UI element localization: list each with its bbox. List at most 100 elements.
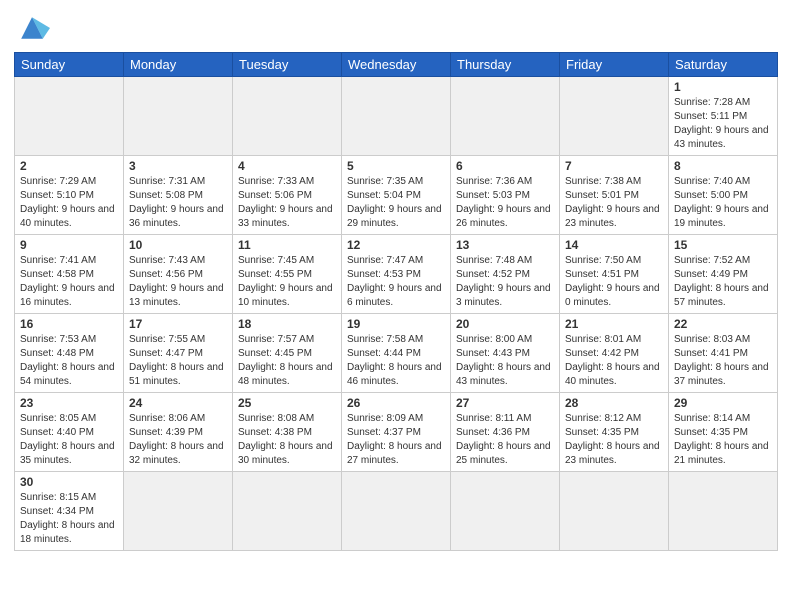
- day-number: 11: [238, 238, 336, 252]
- day-cell: 1 Sunrise: 7:28 AM Sunset: 5:11 PM Daylig…: [669, 77, 778, 156]
- day-number: 25: [238, 396, 336, 410]
- day-cell: 6 Sunrise: 7:36 AM Sunset: 5:03 PM Daylig…: [451, 156, 560, 235]
- day-number: 28: [565, 396, 663, 410]
- day-number: 27: [456, 396, 554, 410]
- week-row-3: 9 Sunrise: 7:41 AM Sunset: 4:58 PM Daylig…: [15, 235, 778, 314]
- day-number: 12: [347, 238, 445, 252]
- day-cell: 26 Sunrise: 8:09 AM Sunset: 4:37 PM Dayli…: [342, 393, 451, 472]
- day-cell: 8 Sunrise: 7:40 AM Sunset: 5:00 PM Daylig…: [669, 156, 778, 235]
- logo-icon: [14, 10, 50, 46]
- day-info: Sunrise: 7:35 AM Sunset: 5:04 PM Dayligh…: [347, 175, 445, 231]
- weekday-header-friday: Friday: [560, 53, 669, 77]
- day-info: Sunrise: 7:43 AM Sunset: 4:56 PM Dayligh…: [129, 254, 227, 310]
- day-info: Sunrise: 8:09 AM Sunset: 4:37 PM Dayligh…: [347, 412, 445, 468]
- day-cell: 15 Sunrise: 7:52 AM Sunset: 4:49 PM Dayli…: [669, 235, 778, 314]
- day-info: Sunrise: 7:28 AM Sunset: 5:11 PM Dayligh…: [674, 96, 772, 152]
- day-cell: 9 Sunrise: 7:41 AM Sunset: 4:58 PM Daylig…: [15, 235, 124, 314]
- day-info: Sunrise: 7:57 AM Sunset: 4:45 PM Dayligh…: [238, 333, 336, 389]
- day-info: Sunrise: 7:52 AM Sunset: 4:49 PM Dayligh…: [674, 254, 772, 310]
- day-cell: 29 Sunrise: 8:14 AM Sunset: 4:35 PM Dayli…: [669, 393, 778, 472]
- week-row-1: 1 Sunrise: 7:28 AM Sunset: 5:11 PM Daylig…: [15, 77, 778, 156]
- day-info: Sunrise: 7:55 AM Sunset: 4:47 PM Dayligh…: [129, 333, 227, 389]
- day-number: 26: [347, 396, 445, 410]
- day-number: 8: [674, 159, 772, 173]
- day-number: 17: [129, 317, 227, 331]
- day-cell: [233, 472, 342, 551]
- day-info: Sunrise: 7:40 AM Sunset: 5:00 PM Dayligh…: [674, 175, 772, 231]
- day-number: 23: [20, 396, 118, 410]
- day-number: 3: [129, 159, 227, 173]
- day-number: 18: [238, 317, 336, 331]
- day-info: Sunrise: 7:45 AM Sunset: 4:55 PM Dayligh…: [238, 254, 336, 310]
- day-cell: [15, 77, 124, 156]
- day-cell: 16Sunrise: 7:53 AM Sunset: 4:48 PM Dayli…: [15, 314, 124, 393]
- day-info: Sunrise: 7:33 AM Sunset: 5:06 PM Dayligh…: [238, 175, 336, 231]
- day-cell: 11 Sunrise: 7:45 AM Sunset: 4:55 PM Dayli…: [233, 235, 342, 314]
- week-row-4: 16Sunrise: 7:53 AM Sunset: 4:48 PM Dayli…: [15, 314, 778, 393]
- day-number: 14: [565, 238, 663, 252]
- day-number: 6: [456, 159, 554, 173]
- day-number: 4: [238, 159, 336, 173]
- day-number: 22: [674, 317, 772, 331]
- weekday-header-monday: Monday: [124, 53, 233, 77]
- day-info: Sunrise: 8:03 AM Sunset: 4:41 PM Dayligh…: [674, 333, 772, 389]
- week-row-2: 2Sunrise: 7:29 AM Sunset: 5:10 PM Daylig…: [15, 156, 778, 235]
- day-cell: [451, 472, 560, 551]
- day-number: 1: [674, 80, 772, 94]
- day-cell: [233, 77, 342, 156]
- day-cell: 4 Sunrise: 7:33 AM Sunset: 5:06 PM Daylig…: [233, 156, 342, 235]
- day-cell: 22 Sunrise: 8:03 AM Sunset: 4:41 PM Dayli…: [669, 314, 778, 393]
- day-info: Sunrise: 8:05 AM Sunset: 4:40 PM Dayligh…: [20, 412, 118, 468]
- day-cell: 13Sunrise: 7:48 AM Sunset: 4:52 PM Dayli…: [451, 235, 560, 314]
- day-cell: [342, 472, 451, 551]
- weekday-header-thursday: Thursday: [451, 53, 560, 77]
- day-number: 15: [674, 238, 772, 252]
- day-info: Sunrise: 8:12 AM Sunset: 4:35 PM Dayligh…: [565, 412, 663, 468]
- weekday-header-wednesday: Wednesday: [342, 53, 451, 77]
- weekday-header-row: SundayMondayTuesdayWednesdayThursdayFrid…: [15, 53, 778, 77]
- day-cell: 23 Sunrise: 8:05 AM Sunset: 4:40 PM Dayli…: [15, 393, 124, 472]
- weekday-header-sunday: Sunday: [15, 53, 124, 77]
- calendar: SundayMondayTuesdayWednesdayThursdayFrid…: [14, 52, 778, 551]
- day-info: Sunrise: 7:50 AM Sunset: 4:51 PM Dayligh…: [565, 254, 663, 310]
- day-cell: 18 Sunrise: 7:57 AM Sunset: 4:45 PM Dayli…: [233, 314, 342, 393]
- weekday-header-tuesday: Tuesday: [233, 53, 342, 77]
- day-info: Sunrise: 7:47 AM Sunset: 4:53 PM Dayligh…: [347, 254, 445, 310]
- day-number: 5: [347, 159, 445, 173]
- day-info: Sunrise: 8:08 AM Sunset: 4:38 PM Dayligh…: [238, 412, 336, 468]
- week-row-5: 23 Sunrise: 8:05 AM Sunset: 4:40 PM Dayli…: [15, 393, 778, 472]
- week-row-6: 30Sunrise: 8:15 AM Sunset: 4:34 PM Dayli…: [15, 472, 778, 551]
- day-cell: 2Sunrise: 7:29 AM Sunset: 5:10 PM Daylig…: [15, 156, 124, 235]
- day-number: 29: [674, 396, 772, 410]
- day-info: Sunrise: 7:53 AM Sunset: 4:48 PM Dayligh…: [20, 333, 118, 389]
- day-cell: 14 Sunrise: 7:50 AM Sunset: 4:51 PM Dayli…: [560, 235, 669, 314]
- day-info: Sunrise: 8:11 AM Sunset: 4:36 PM Dayligh…: [456, 412, 554, 468]
- day-number: 9: [20, 238, 118, 252]
- day-info: Sunrise: 7:41 AM Sunset: 4:58 PM Dayligh…: [20, 254, 118, 310]
- day-info: Sunrise: 7:36 AM Sunset: 5:03 PM Dayligh…: [456, 175, 554, 231]
- day-info: Sunrise: 7:38 AM Sunset: 5:01 PM Dayligh…: [565, 175, 663, 231]
- day-cell: 24 Sunrise: 8:06 AM Sunset: 4:39 PM Dayli…: [124, 393, 233, 472]
- day-cell: 19Sunrise: 7:58 AM Sunset: 4:44 PM Dayli…: [342, 314, 451, 393]
- day-info: Sunrise: 8:14 AM Sunset: 4:35 PM Dayligh…: [674, 412, 772, 468]
- day-info: Sunrise: 8:01 AM Sunset: 4:42 PM Dayligh…: [565, 333, 663, 389]
- day-cell: 5 Sunrise: 7:35 AM Sunset: 5:04 PM Daylig…: [342, 156, 451, 235]
- logo: [14, 10, 54, 46]
- weekday-header-saturday: Saturday: [669, 53, 778, 77]
- day-number: 24: [129, 396, 227, 410]
- day-info: Sunrise: 8:00 AM Sunset: 4:43 PM Dayligh…: [456, 333, 554, 389]
- day-cell: 27 Sunrise: 8:11 AM Sunset: 4:36 PM Dayli…: [451, 393, 560, 472]
- day-cell: 12 Sunrise: 7:47 AM Sunset: 4:53 PM Dayli…: [342, 235, 451, 314]
- day-number: 13: [456, 238, 554, 252]
- day-cell: 28 Sunrise: 8:12 AM Sunset: 4:35 PM Dayli…: [560, 393, 669, 472]
- day-cell: 10 Sunrise: 7:43 AM Sunset: 4:56 PM Dayli…: [124, 235, 233, 314]
- day-info: Sunrise: 8:06 AM Sunset: 4:39 PM Dayligh…: [129, 412, 227, 468]
- header: [14, 10, 778, 46]
- day-info: Sunrise: 7:58 AM Sunset: 4:44 PM Dayligh…: [347, 333, 445, 389]
- day-info: Sunrise: 7:29 AM Sunset: 5:10 PM Dayligh…: [20, 175, 118, 231]
- day-cell: 20 Sunrise: 8:00 AM Sunset: 4:43 PM Dayli…: [451, 314, 560, 393]
- day-cell: [124, 472, 233, 551]
- day-cell: 3Sunrise: 7:31 AM Sunset: 5:08 PM Daylig…: [124, 156, 233, 235]
- day-number: 10: [129, 238, 227, 252]
- day-number: 20: [456, 317, 554, 331]
